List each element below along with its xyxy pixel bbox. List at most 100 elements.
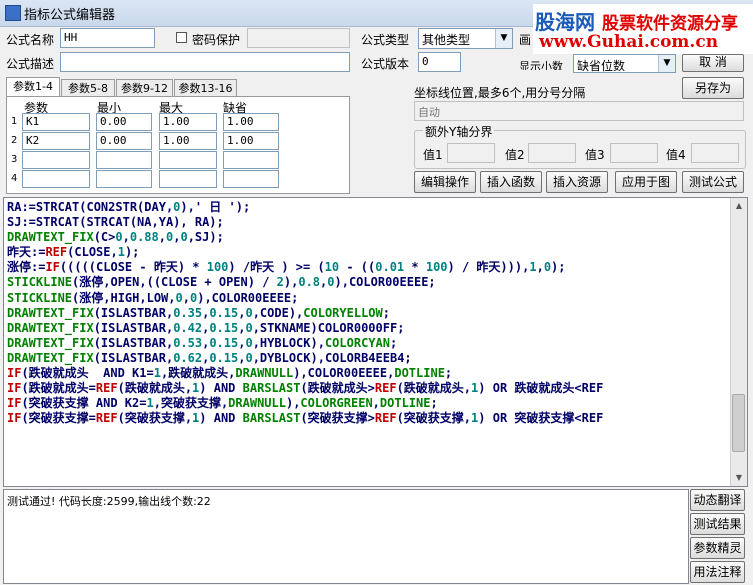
- tab-params-1-4[interactable]: 参数1-4: [6, 77, 60, 97]
- param-name-input[interactable]: K2: [22, 132, 90, 150]
- axis-input[interactable]: 自动: [414, 101, 744, 121]
- code-token: IF: [7, 381, 22, 396]
- code-token: ,: [122, 230, 130, 245]
- display-select[interactable]: 缺省位数 ▼: [573, 54, 676, 73]
- name-label: 公式名称: [6, 33, 55, 47]
- password-label: 密码保护: [192, 33, 241, 47]
- code-token: (ISLASTBAR,: [93, 305, 174, 320]
- param-default-input[interactable]: 1.00: [223, 132, 279, 150]
- code-token: (跌破就成头,: [396, 381, 472, 396]
- desc-input[interactable]: [60, 52, 350, 72]
- code-editor[interactable]: RA:=STRCAT(CON2STR(DAY,0),' 日 '); SJ:=STR…: [3, 197, 748, 487]
- code-token: 10: [324, 260, 340, 275]
- param-min-input[interactable]: 0.00: [96, 113, 152, 131]
- code-line: DRAWTEXT_FIX(ISLASTBAR,0.53,0.15,0,HYBLO…: [7, 336, 603, 351]
- extra-y-input-4[interactable]: [691, 143, 739, 163]
- tab-params-13-16[interactable]: 参数13-16: [174, 79, 237, 97]
- display-label: 显示小数: [519, 60, 563, 70]
- scroll-down-icon[interactable]: ▼: [731, 470, 747, 486]
- test-formula-button[interactable]: 测试公式: [682, 171, 744, 193]
- code-token: DOTLINE: [379, 396, 431, 411]
- code-token: (跌破就成头 AND K1=: [21, 366, 154, 381]
- code-token: (((((CLOSE - 昨天) *: [59, 260, 207, 275]
- code-token: ,HYBLOCK),: [252, 335, 325, 350]
- extra-y-input-2[interactable]: [528, 143, 576, 163]
- chevron-down-icon: ▼: [495, 29, 512, 48]
- code-token: - ((: [339, 260, 376, 275]
- code-token: (C>: [93, 230, 116, 245]
- code-token: ) OR 跌破就成头<REF: [478, 381, 604, 396]
- test-result-button[interactable]: 测试结果: [690, 513, 745, 535]
- code-token: (突破获支撑,: [117, 411, 193, 426]
- code-token: IF: [7, 366, 22, 381]
- code-token: STICKLINE: [7, 275, 73, 290]
- code-token: );: [124, 245, 140, 260]
- type-select-value: 其他类型: [422, 33, 471, 47]
- code-token: ,SJ);: [187, 230, 224, 245]
- param-max-input[interactable]: [159, 170, 217, 188]
- scroll-up-icon[interactable]: ▲: [731, 198, 747, 214]
- watermark-slogan: 股票软件资源分享: [601, 14, 738, 34]
- extra-y-label-4: 值4: [666, 148, 686, 162]
- code-token: ),: [285, 396, 301, 411]
- extra-y-input-3[interactable]: [610, 143, 658, 163]
- type-label: 公式类型: [361, 33, 410, 47]
- insert-resource-button[interactable]: 插入资源: [546, 171, 608, 193]
- param-guide-button[interactable]: 参数精灵: [690, 537, 745, 559]
- param-row-number: 1: [11, 116, 18, 127]
- code-token: (CLOSE,: [67, 245, 118, 260]
- code-token: ) AND: [199, 411, 243, 426]
- usage-note-button[interactable]: 用法注释: [690, 561, 745, 583]
- scroll-thumb[interactable]: [732, 394, 745, 452]
- param-max-input[interactable]: [159, 151, 217, 169]
- param-max-input[interactable]: 1.00: [159, 113, 217, 131]
- code-token: DOTLINE: [394, 366, 445, 381]
- code-token: 0.15: [209, 350, 239, 365]
- code-token: DRAWNULL: [235, 366, 294, 381]
- code-token: SJ:=STRCAT(STRCAT(NA,YA), RA);: [7, 215, 224, 230]
- param-default-input[interactable]: [223, 151, 279, 169]
- code-line: IF(跌破就成头 AND K1=1,跌破就成头,DRAWNULL),COLOR0…: [7, 366, 603, 381]
- code-token: 1: [153, 366, 161, 381]
- code-token: ),COLOR00EEEE,: [293, 366, 395, 381]
- edit-ops-button[interactable]: 编辑操作: [414, 171, 476, 193]
- password-checkbox[interactable]: [176, 32, 187, 43]
- code-line: IF(跌破就成头=REF(跌破就成头,1) AND BARSLAST(跌破就成头…: [7, 381, 603, 396]
- param-name-input[interactable]: K1: [22, 113, 90, 131]
- extra-y-input-1[interactable]: [447, 143, 495, 163]
- draw-label: 画: [519, 33, 532, 47]
- code-token: ,STKNAME)COLOR0000FF;: [252, 320, 405, 335]
- version-input[interactable]: 0: [418, 52, 461, 72]
- param-name-input[interactable]: [22, 151, 90, 169]
- code-token: 昨天:=: [7, 245, 46, 260]
- tab-params-9-12[interactable]: 参数9-12: [116, 79, 173, 97]
- code-token: DRAWTEXT_FIX: [7, 335, 94, 350]
- watermark-brand: 股海网: [535, 10, 595, 34]
- code-token: ;: [389, 335, 398, 350]
- code-token: 0: [180, 230, 188, 245]
- code-token: (突破获支撑=: [21, 411, 96, 426]
- tab-params-5-8[interactable]: 参数5-8: [61, 79, 115, 97]
- param-min-input[interactable]: [96, 151, 152, 169]
- param-row-number: 3: [11, 154, 18, 165]
- code-token: (突破获支撑>: [300, 411, 375, 426]
- code-token: 100: [206, 260, 229, 275]
- code-line: DRAWTEXT_FIX(ISLASTBAR,0.42,0.15,0,STKNA…: [7, 321, 603, 336]
- cancel-button[interactable]: 取 消: [682, 54, 744, 72]
- dynamic-translate-button[interactable]: 动态翻译: [690, 489, 745, 511]
- param-min-input[interactable]: 0.00: [96, 132, 152, 150]
- code-token: DRAWNULL: [228, 396, 286, 411]
- name-input[interactable]: HH: [60, 28, 155, 48]
- insert-function-button[interactable]: 插入函数: [480, 171, 542, 193]
- code-token: 0.01: [375, 260, 405, 275]
- param-default-input[interactable]: 1.00: [223, 113, 279, 131]
- apply-to-chart-button[interactable]: 应用于图: [615, 171, 677, 193]
- code-token: );: [551, 260, 566, 275]
- param-default-input[interactable]: [223, 170, 279, 188]
- param-min-input[interactable]: [96, 170, 152, 188]
- param-max-input[interactable]: 1.00: [159, 132, 217, 150]
- type-select[interactable]: 其他类型 ▼: [418, 28, 513, 49]
- code-scrollbar[interactable]: ▲ ▼: [730, 198, 747, 486]
- save-as-button[interactable]: 另存为: [682, 77, 744, 99]
- param-name-input[interactable]: [22, 170, 90, 188]
